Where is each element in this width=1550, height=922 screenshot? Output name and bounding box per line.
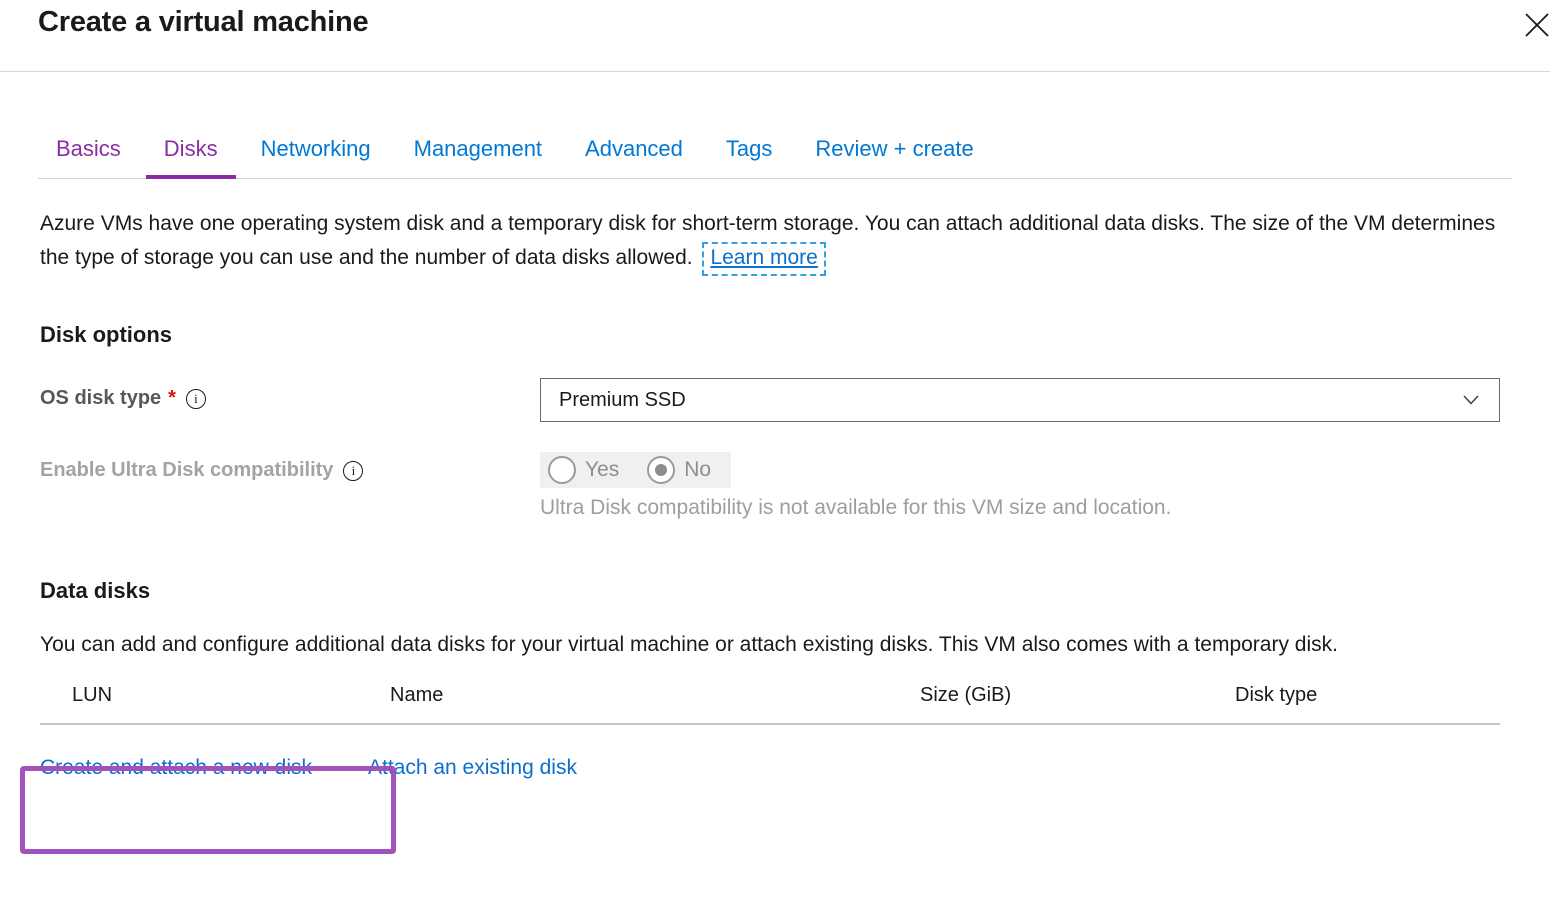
- radio-circle-unselected[interactable]: [548, 456, 576, 484]
- column-header-lun: LUN: [40, 684, 390, 707]
- tab-bar: Basics Disks Networking Management Advan…: [38, 136, 1512, 179]
- column-header-size: Size (GiB): [920, 684, 1235, 707]
- close-icon[interactable]: [1514, 2, 1550, 48]
- os-disk-type-label-cell: OS disk type * i: [40, 378, 540, 410]
- ultra-disk-row: Enable Ultra Disk compatibility i Yes No…: [40, 452, 1500, 520]
- create-vm-dialog: Create a virtual machine Basics Disks Ne…: [0, 0, 1550, 780]
- os-disk-type-control: Premium SSD: [540, 378, 1500, 422]
- ultra-disk-radio-group: Yes No: [540, 452, 731, 488]
- os-disk-type-label: OS disk type: [40, 387, 161, 410]
- intro-text: Azure VMs have one operating system disk…: [40, 207, 1500, 276]
- radio-option-yes[interactable]: Yes: [548, 456, 619, 484]
- required-asterisk: *: [168, 387, 176, 410]
- dialog-header: Create a virtual machine: [0, 0, 1550, 72]
- ultra-disk-control: Yes No Ultra Disk compatibility is not a…: [540, 452, 1500, 520]
- radio-option-no[interactable]: No: [647, 456, 711, 484]
- learn-more-link[interactable]: Learn more: [702, 242, 825, 276]
- chevron-down-icon: [1463, 395, 1479, 405]
- info-icon[interactable]: i: [343, 461, 363, 481]
- ultra-disk-label-cell: Enable Ultra Disk compatibility i: [40, 452, 540, 482]
- radio-label-yes: Yes: [585, 458, 619, 482]
- os-disk-type-row: OS disk type * i Premium SSD: [40, 378, 1500, 422]
- table-divider: [40, 723, 1500, 725]
- radio-circle-selected[interactable]: [647, 456, 675, 484]
- page-title: Create a virtual machine: [38, 4, 1550, 39]
- ultra-disk-label: Enable Ultra Disk compatibility: [40, 459, 333, 482]
- column-header-name: Name: [390, 684, 920, 707]
- tab-networking[interactable]: Networking: [243, 136, 389, 179]
- tab-basics[interactable]: Basics: [38, 136, 139, 179]
- tab-disks[interactable]: Disks: [146, 136, 236, 179]
- data-disks-actions: Create and attach a new disk Attach an e…: [40, 756, 1500, 780]
- attach-existing-disk-link[interactable]: Attach an existing disk: [368, 756, 577, 780]
- create-and-attach-new-disk-link[interactable]: Create and attach a new disk: [40, 756, 312, 780]
- tab-management[interactable]: Management: [396, 136, 560, 179]
- tab-advanced[interactable]: Advanced: [567, 136, 701, 179]
- info-icon[interactable]: i: [186, 389, 206, 409]
- ultra-disk-helper-text: Ultra Disk compatibility is not availabl…: [540, 496, 1500, 520]
- data-disks-description: You can add and configure additional dat…: [40, 628, 1500, 662]
- os-disk-type-value: Premium SSD: [559, 389, 686, 412]
- disks-tab-content: Azure VMs have one operating system disk…: [0, 207, 1550, 780]
- disk-options-heading: Disk options: [40, 322, 1500, 348]
- data-disks-table-header: LUN Name Size (GiB) Disk type: [40, 684, 1500, 707]
- column-header-disk-type: Disk type: [1235, 684, 1500, 707]
- data-disks-heading: Data disks: [40, 578, 1500, 604]
- os-disk-type-select[interactable]: Premium SSD: [540, 378, 1500, 422]
- tab-review-create[interactable]: Review + create: [797, 136, 991, 179]
- radio-label-no: No: [684, 458, 711, 482]
- close-x-glyph: [1523, 11, 1550, 39]
- tab-tags[interactable]: Tags: [708, 136, 790, 179]
